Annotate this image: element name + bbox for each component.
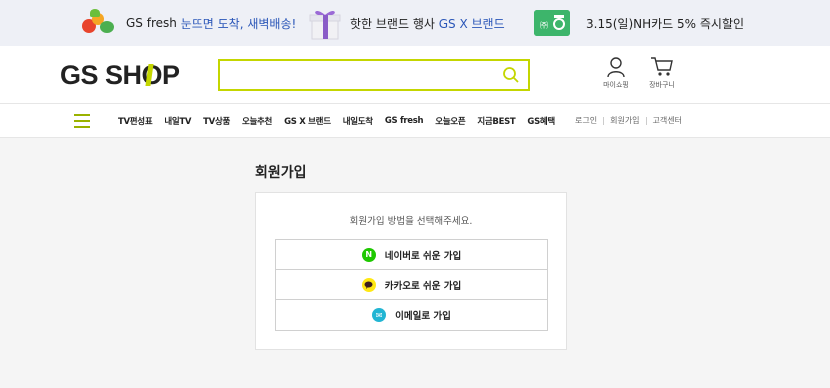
nav-item-gs-fresh[interactable]: GS fresh [385,116,424,126]
nav-item-tomorrow-tv[interactable]: 내일TV [164,115,191,127]
promo-fresh-label: GS fresh [126,16,177,30]
main-nav: TV편성표 내일TV TV상품 오늘추천 GS X 브랜드 내일도착 GS fr… [0,103,830,138]
page-title: 회원가입 [255,165,307,181]
kakao-icon [361,277,376,292]
customer-center-link[interactable]: 고객센터 [653,115,682,126]
promo-fresh[interactable]: GS fresh 눈뜨면 도착, 새벽배송! [80,0,296,46]
gs-shop-logo[interactable]: GS SHOP [60,60,180,90]
nav-item-gs-benefits[interactable]: GS혜택 [527,115,555,127]
naver-signup-label: 네이버로 쉬운 가입 [384,250,462,262]
search-input[interactable] [220,61,490,89]
signup-options: N 네이버로 쉬운 가입 카카오로 쉬운 가입 ✉ 이메일로 가입 [275,239,548,331]
nav-item-tomorrow-delivery[interactable]: 내일도착 [343,115,373,127]
promo-fresh-highlight: 눈뜨면 도착, 새벽배송! [180,16,297,31]
kakao-signup-label: 카카오로 쉬운 가입 [384,280,462,292]
signup-description: 회원가입 방법을 선택해주세요. [349,216,473,227]
cart-label: 장바구니 [649,81,675,89]
nav-item-gs-x-brand[interactable]: GS X 브랜드 [284,115,331,127]
promo-bar: GS fresh 눈뜨면 도착, 새벽배송! 핫한 브랜드 행사 GS X 브랜… [0,0,830,46]
search-icon[interactable] [502,66,520,84]
gift-box-icon [306,5,344,41]
logo-o: O [142,60,163,90]
email-signup-button[interactable]: ✉ 이메일로 가입 [276,300,547,330]
svg-text:㈜: ㈜ [540,20,548,30]
promo-brand-highlight: GS X 브랜드 [438,16,505,31]
promo-brand-label: 핫한 브랜드 행사 [350,16,435,31]
nav-item-tv-schedule[interactable]: TV편성표 [118,115,153,127]
my-shopping-label: 마이쇼핑 [603,81,629,89]
login-link[interactable]: 로그인 [575,115,597,126]
divider [603,116,605,125]
naver-signup-button[interactable]: N 네이버로 쉬운 가입 [276,240,547,270]
nav-item-today-picks[interactable]: 오늘추천 [242,115,272,127]
nh-card-icon: ㈜ [534,10,570,36]
nav-item-best-now[interactable]: 지금BEST [477,115,515,127]
cart-button[interactable]: 장바구니 [640,56,684,90]
promo-card-label: 3.15(일)NH카드 5% 즉시할인 [586,16,745,31]
divider [645,116,647,125]
nav-account-links: 로그인 회원가입 고객센터 [575,104,682,137]
nav-items: TV편성표 내일TV TV상품 오늘추천 GS X 브랜드 내일도착 GS fr… [118,104,567,137]
nav-item-today-open[interactable]: 오늘오픈 [435,115,465,127]
nav-item-tv-products[interactable]: TV상품 [203,115,230,127]
kakao-signup-button[interactable]: 카카오로 쉬운 가입 [276,270,547,300]
email-icon: ✉ [372,308,387,322]
promo-card[interactable]: ㈜ 3.15(일)NH카드 5% 즉시할인 [534,0,744,46]
user-icon [607,57,625,78]
email-signup-label: 이메일로 가입 [395,311,451,322]
naver-icon: N [361,247,376,262]
promo-brand[interactable]: 핫한 브랜드 행사 GS X 브랜드 [306,0,505,46]
vegetables-icon [80,7,120,39]
signup-panel: 회원가입 방법을 선택해주세요. N 네이버로 쉬운 가입 카카오로 쉬운 가입… [255,192,567,350]
menu-icon[interactable] [74,114,90,128]
search-box [218,59,530,91]
cart-icon [651,57,673,76]
site-header: GS SHOP 마이쇼핑 장바구니 [0,46,830,103]
signup-link[interactable]: 회원가입 [610,115,639,126]
my-shopping-button[interactable]: 마이쇼핑 [594,56,638,90]
